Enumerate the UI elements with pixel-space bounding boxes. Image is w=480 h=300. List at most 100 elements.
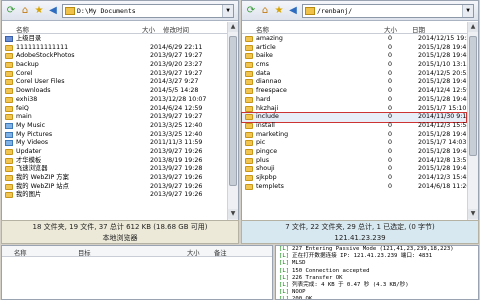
folder-icon: [245, 36, 253, 42]
file-date: 2013/9/27 19:26: [150, 147, 203, 155]
file-date: 2013/3/25 12:40: [150, 130, 203, 138]
file-list-row[interactable]: amazing 0 2014/12/15 19:25: [242, 35, 474, 44]
file-size: 0: [388, 52, 393, 60]
scroll-down-icon[interactable]: ▼: [228, 209, 238, 219]
queue-column-size[interactable]: 大小: [187, 248, 200, 257]
file-list-row[interactable]: 才华模板 2013/8/19 19:26: [2, 157, 226, 166]
log-tag: [L]: [279, 260, 290, 267]
local-address-bar[interactable]: D:\My Documents ▼: [62, 4, 234, 18]
remote-scrollbar[interactable]: ▲ ▼: [467, 22, 478, 243]
file-list-row[interactable]: shouji 0 2015/1/28 19:41: [242, 165, 470, 174]
file-list-row[interactable]: pic 0 2015/1/7 14:03: [242, 139, 466, 148]
remote-address-bar[interactable]: /renbanj/ ▼: [302, 4, 474, 18]
queue-column-name[interactable]: 名称: [14, 248, 27, 257]
scroll-thumb[interactable]: [229, 36, 237, 186]
scroll-thumb[interactable]: [469, 36, 477, 156]
file-list-row[interactable]: backup 2013/9/20 23:27: [2, 61, 226, 70]
file-date: 2014/3/27 9:27: [150, 78, 199, 86]
file-date: 2014/12/3 15:58: [418, 121, 471, 129]
remote-status-summary: 7 文件, 22 文件夹, 29 总计, 1 已选定, (0 字节): [285, 223, 435, 231]
back-icon[interactable]: ◀: [47, 5, 59, 17]
scroll-up-icon[interactable]: ▲: [468, 22, 478, 32]
file-name: install: [256, 121, 275, 129]
local-status-summary: 18 文件夹, 19 文件, 37 总计 612 KB (18.68 GB 可用…: [32, 223, 208, 231]
remote-toolbar: ⟳ ⌂ ★ ◀ /renbanj/ ▼: [242, 1, 478, 21]
file-list-row[interactable]: hard 0 2015/1/28 19:48: [242, 95, 470, 105]
file-list-row[interactable]: My Videos 2011/11/3 11:59: [2, 139, 226, 148]
file-name: pic: [256, 139, 266, 147]
file-size: 0: [388, 139, 393, 147]
file-list-row[interactable]: marketing 0 2015/1/28 19:41: [242, 131, 470, 140]
log-tag: [L]: [279, 274, 290, 281]
column-size[interactable]: 大小: [384, 24, 397, 34]
file-list-row[interactable]: baike 0 2015/1/28 19:48: [242, 52, 470, 61]
file-list-row[interactable]: pingce 0 2015/1/28 19:48: [242, 148, 470, 157]
file-list-row[interactable]: Corel 2013/9/27 19:27: [2, 70, 226, 79]
file-list-row[interactable]: 我的 WebZIP 方案 2013/9/27 19:26: [2, 174, 226, 183]
local-scrollbar[interactable]: ▲ ▼: [227, 22, 238, 243]
column-date[interactable]: 日期: [412, 24, 425, 34]
file-list-row[interactable]: install 0 2014/12/3 15:58: [242, 121, 470, 131]
folder-icon: [245, 140, 253, 147]
column-modified[interactable]: 修改时间: [163, 24, 189, 34]
file-name: Downloads: [16, 87, 51, 95]
refresh-icon[interactable]: ⟳: [5, 5, 17, 17]
file-list-row[interactable]: My Music 2013/3/25 12:40: [2, 122, 226, 131]
file-name: exhi38: [16, 95, 38, 103]
file-list-row[interactable]: 飞速浏览器 2013/9/27 19:28: [2, 165, 226, 174]
file-list-row[interactable]: AdobeStockPhotos 2013/9/27 19:27: [2, 52, 226, 61]
file-list-row[interactable]: hkzhaji 0 2015/1/7 15:10: [242, 105, 466, 114]
remote-browser-pane: ⟳ ⌂ ★ ◀ /renbanj/ ▼ 名称 大小 日期 amazing 0 201…: [241, 0, 479, 244]
file-size: 0: [388, 104, 393, 112]
file-list-row[interactable]: data 0 2014/12/5 20:55: [242, 70, 470, 79]
file-list-row[interactable]: 上级目录: [2, 35, 226, 44]
file-list-row[interactable]: include 0 2014/11/30 9:13: [241, 112, 470, 123]
chevron-down-icon[interactable]: ▼: [222, 5, 233, 17]
scroll-up-icon[interactable]: ▲: [228, 22, 238, 32]
column-name[interactable]: 名称: [16, 24, 29, 34]
folder-icon: [65, 7, 75, 15]
folder-icon: [5, 183, 13, 190]
remote-status-bar: 7 文件, 22 文件夹, 29 总计, 1 已选定, (0 字节) 121.4…: [241, 220, 479, 244]
file-list-row[interactable]: freespace 0 2014/12/4 12:59: [242, 87, 470, 96]
remote-file-list: amazing 0 2014/12/15 19:25 article 0 2015/1/2…: [241, 35, 474, 192]
file-list-row[interactable]: main 2013/9/27 19:27: [2, 113, 226, 122]
file-list-row[interactable]: diannao 0 2015/1/28 19:41: [242, 78, 470, 87]
file-size: 0: [388, 95, 393, 103]
home-icon[interactable]: ⌂: [259, 5, 271, 17]
favorites-icon[interactable]: ★: [33, 5, 45, 17]
log-text: 226 Transfer OK: [292, 274, 343, 281]
file-list-row[interactable]: templets 0 2014/6/18 11:26: [242, 183, 470, 192]
home-icon[interactable]: ⌂: [19, 5, 31, 17]
refresh-icon[interactable]: ⟳: [245, 5, 257, 17]
scroll-down-icon[interactable]: ▼: [468, 209, 478, 219]
log-line: [L] MLSD: [276, 260, 478, 267]
file-list-row[interactable]: My Pictures 2013/3/25 12:40: [2, 131, 226, 140]
column-name[interactable]: 名称: [256, 24, 269, 34]
favorites-icon[interactable]: ★: [273, 5, 285, 17]
file-name: article: [256, 43, 276, 51]
file-list-row[interactable]: article 0 2015/1/28 19:41: [242, 43, 470, 53]
queue-column-target[interactable]: 目标: [78, 248, 91, 257]
file-list-row[interactable]: Updater 2013/9/27 19:26: [2, 148, 226, 157]
file-list-row[interactable]: 我的图片 2013/9/27 19:26: [2, 191, 226, 200]
file-list-row[interactable]: 1111111111111 2014/6/29 22:11: [2, 44, 226, 53]
file-name: sjkpbp: [256, 174, 277, 181]
file-date: 2013/9/27 19:26: [150, 174, 203, 181]
file-list-row[interactable]: sjkpbp 0 2014/12/3 15:48: [242, 174, 470, 183]
file-list-row[interactable]: Corel User Files 2014/3/27 9:27: [2, 78, 226, 87]
queue-column-note[interactable]: 备注: [214, 248, 227, 257]
column-size[interactable]: 大小: [142, 24, 155, 34]
file-list-row[interactable]: plus 0 2014/12/8 13:57: [242, 157, 470, 166]
file-list-row[interactable]: feiQ 2014/6/24 12:59: [2, 105, 226, 114]
folder-icon: [5, 44, 13, 51]
chevron-down-icon[interactable]: ▼: [462, 5, 473, 17]
log-tag: [L]: [279, 267, 290, 274]
file-list-row[interactable]: cms 0 2015/1/10 13:13: [242, 61, 470, 70]
file-list-row[interactable]: exhi38 2013/12/28 10:07: [2, 96, 226, 105]
file-name: hkzhaji: [256, 104, 279, 112]
remote-column-header: 名称 大小 日期: [242, 22, 478, 34]
file-list-row[interactable]: Downloads 2014/5/5 14:28: [2, 87, 226, 96]
back-icon[interactable]: ◀: [287, 5, 299, 17]
folder-icon: [245, 96, 253, 103]
